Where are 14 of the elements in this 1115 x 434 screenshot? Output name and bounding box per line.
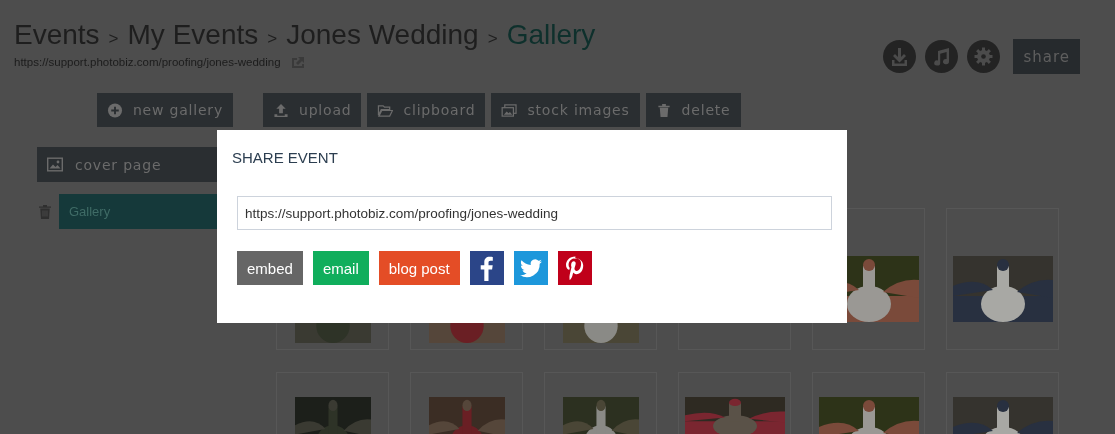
dialog-title: SHARE EVENT <box>232 149 339 166</box>
share-option-button[interactable]: email <box>312 251 369 285</box>
toolbar-button[interactable]: clipboard <box>367 93 486 127</box>
url-field[interactable]: https://support.photobiz.com/proofing/jones-wedding <box>237 196 832 230</box>
breadcrumb-separator: > <box>487 29 498 49</box>
breadcrumb-separator: > <box>108 29 119 49</box>
toolbar-button[interactable]: upload <box>263 93 362 127</box>
share-button[interactable]: share <box>1013 39 1080 74</box>
new-gallery-button[interactable]: new gallery <box>96 93 233 127</box>
toolbar-button[interactable]: stock images <box>491 93 640 127</box>
share-option-button[interactable]: embed <box>237 251 303 285</box>
breadcrumb-separator: > <box>267 29 278 49</box>
toolbar-button[interactable]: delete <box>645 93 741 127</box>
share-option-button[interactable]: blog post <box>378 251 460 285</box>
